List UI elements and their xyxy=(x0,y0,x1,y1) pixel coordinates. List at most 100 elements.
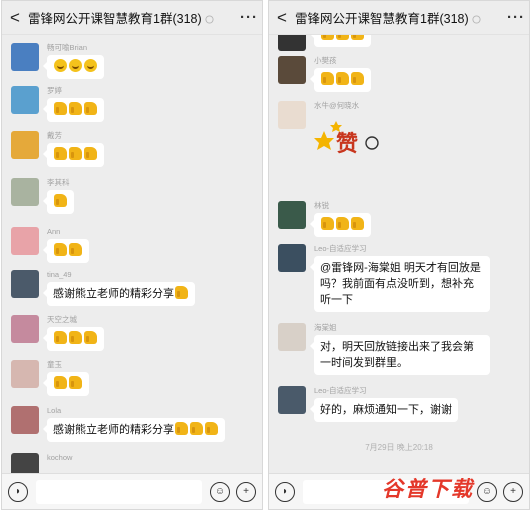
sender-name: kochow xyxy=(47,453,73,462)
message-bubble[interactable]: 感谢熊立老师的精彩分享 xyxy=(43,282,195,306)
message-bubble[interactable] xyxy=(43,239,89,263)
message-row: Leo-自适应学习 @雷锋网-海棠姐 明天才有回放是吗？我前面有点没听到，想补充听… xyxy=(278,244,490,312)
voice-icon[interactable]: ◗ xyxy=(8,481,28,502)
message-text: 感谢熊立老师的精彩分享 xyxy=(53,424,174,436)
message-bubble[interactable] xyxy=(43,190,74,214)
avatar[interactable] xyxy=(11,178,39,206)
message-body: tina_49 感谢熊立老师的精彩分享 xyxy=(43,270,195,306)
thumbs-up-icon xyxy=(175,422,188,435)
thumbs-up-icon xyxy=(321,217,334,230)
message-timestamp: 7月29日 晚上20:18 xyxy=(365,443,433,452)
message-row: 罗婷 xyxy=(11,86,104,122)
emoji-icon[interactable]: ☺ xyxy=(210,481,230,502)
sender-name: 林锐 xyxy=(314,201,329,210)
sender-name: tina_49 xyxy=(47,270,72,279)
thumbs-up-icon xyxy=(205,422,218,435)
message-bubble[interactable] xyxy=(310,68,371,92)
sweat-smile-icon xyxy=(84,59,97,72)
thumbs-up-icon xyxy=(54,376,67,389)
message-bubble[interactable] xyxy=(43,327,104,351)
avatar[interactable] xyxy=(11,270,39,298)
message-text: 好的，麻烦通知一下，谢谢 xyxy=(320,404,452,416)
message-bubble[interactable] xyxy=(43,372,89,396)
sender-name: 畅可喻Brian xyxy=(47,43,88,52)
mute-icon xyxy=(472,15,481,24)
sender-name: 水牛@何晓水 xyxy=(314,101,360,110)
message-body: Lola 感谢熊立老师的精彩分享 xyxy=(43,406,225,442)
chat-panel-right: < 雷锋网公开课智慧教育1群(318) ··· 小樊孩水牛@何晓水赞林锐 Leo-… xyxy=(268,0,530,510)
thumbs-up-icon xyxy=(69,376,82,389)
avatar[interactable] xyxy=(278,244,306,272)
thumbs-up-icon xyxy=(84,331,97,344)
message-row: 天空之城 xyxy=(11,315,104,351)
thumbs-up-icon xyxy=(54,194,67,207)
sender-name: Leo-自适应学习 xyxy=(314,244,367,253)
avatar[interactable] xyxy=(11,406,39,434)
plus-icon[interactable]: + xyxy=(236,481,256,502)
message-row: 海棠姐对，明天回放链接出来了我会第一时间发到群里。 xyxy=(278,323,490,375)
avatar[interactable] xyxy=(278,201,306,229)
chat-title: 雷锋网公开课智慧教育1群(318) xyxy=(295,8,503,27)
more-options-icon[interactable]: ··· xyxy=(503,9,529,26)
message-body: Leo-自适应学习 @雷锋网-海棠姐 明天才有回放是吗？我前面有点没听到，想补充听… xyxy=(310,244,490,312)
svg-text:赞: 赞 xyxy=(335,132,358,157)
sender-name: 天空之城 xyxy=(47,315,77,324)
sticker-like: 赞 xyxy=(314,113,384,163)
message-body: Leo-自适应学习 好的，麻烦通知一下，谢谢 xyxy=(310,386,458,422)
message-text: 感谢熊立老师的精彩分享 xyxy=(53,288,174,300)
message-input[interactable] xyxy=(36,479,202,504)
message-bubble[interactable]: @雷锋网-海棠姐 明天才有回放是吗？我前面有点没听到，想补充听一下 xyxy=(310,256,490,312)
sender-name: 戴芳 xyxy=(47,131,62,140)
back-icon[interactable]: < xyxy=(269,8,295,28)
message-body: 小樊孩 xyxy=(310,56,371,92)
avatar[interactable] xyxy=(11,43,39,71)
avatar[interactable] xyxy=(11,131,39,159)
avatar[interactable] xyxy=(11,315,39,343)
chat-header: < 雷锋网公开课智慧教育1群(318) ··· xyxy=(269,1,529,35)
avatar[interactable] xyxy=(278,323,306,351)
message-bubble[interactable] xyxy=(43,143,104,167)
message-row: Lola 感谢熊立老师的精彩分享 xyxy=(11,406,225,442)
plus-icon[interactable]: + xyxy=(503,481,523,502)
avatar[interactable] xyxy=(11,227,39,255)
chat-panel-left: < 雷锋网公开课智慧教育1群(318) ··· 畅可喻Brian 罗婷戴芳李其科 A… xyxy=(1,0,263,510)
message-bubble[interactable] xyxy=(43,55,104,79)
avatar[interactable] xyxy=(11,86,39,114)
message-body: 李其科 xyxy=(43,178,74,214)
mute-icon xyxy=(205,15,214,24)
avatar[interactable] xyxy=(278,101,306,129)
avatar[interactable] xyxy=(278,56,306,84)
more-options-icon[interactable]: ··· xyxy=(236,9,262,26)
message-row: 李其科 xyxy=(11,178,74,214)
chat-header: < 雷锋网公开课智慧教育1群(318) ··· xyxy=(2,1,262,35)
avatar[interactable] xyxy=(11,360,39,388)
emoji-icon[interactable]: ☺ xyxy=(477,481,497,502)
message-text: @雷锋网-海棠姐 明天才有回放是吗？我前面有点没听到，想补充听一下 xyxy=(320,262,481,306)
watermark-logo: 谷普下载 xyxy=(382,477,474,501)
sender-name: Lola xyxy=(47,406,62,415)
thumbs-up-icon xyxy=(190,422,203,435)
thumbs-up-icon xyxy=(336,72,349,85)
message-row: 小樊孩 xyxy=(278,56,371,92)
message-body: Ann xyxy=(43,227,89,263)
thumbs-up-icon xyxy=(54,331,67,344)
message-bubble[interactable]: 好的，麻烦通知一下，谢谢 xyxy=(310,398,458,422)
sender-name: 童玉 xyxy=(47,360,62,369)
back-icon[interactable]: < xyxy=(2,8,28,28)
message-row: 童玉 xyxy=(11,360,89,396)
chat-title: 雷锋网公开课智慧教育1群(318) xyxy=(28,8,236,27)
message-bubble[interactable]: 对，明天回放链接出来了我会第一时间发到群里。 xyxy=(310,335,490,375)
message-bubble[interactable] xyxy=(310,213,371,237)
message-body: 海棠姐对，明天回放链接出来了我会第一时间发到群里。 xyxy=(310,323,490,375)
avatar[interactable] xyxy=(278,386,306,414)
message-bubble[interactable]: 感谢熊立老师的精彩分享 xyxy=(43,418,225,442)
message-body: 天空之城 xyxy=(43,315,104,351)
voice-icon[interactable]: ◗ xyxy=(275,481,295,502)
thumbs-up-icon xyxy=(69,102,82,115)
message-row: 水牛@何晓水赞 xyxy=(278,101,384,163)
sender-name: 海棠姐 xyxy=(314,323,337,332)
sender-name: Ann xyxy=(47,227,61,236)
message-row: Ann xyxy=(11,227,89,263)
message-bubble[interactable] xyxy=(43,98,104,122)
thumbs-up-icon xyxy=(84,102,97,115)
